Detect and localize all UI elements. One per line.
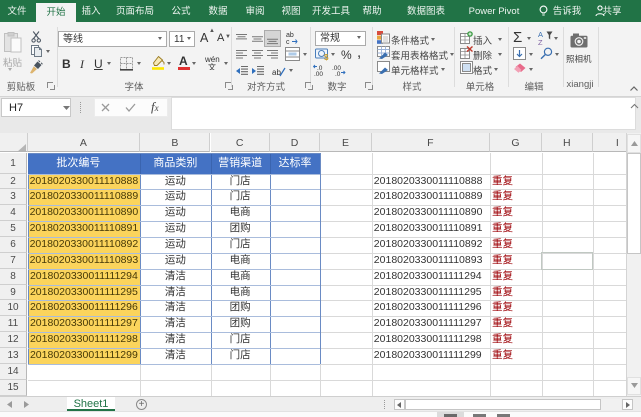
svg-text:ab: ab: [286, 32, 294, 39]
svg-text:$: $: [324, 53, 329, 61]
svg-text:c: c: [286, 39, 290, 45]
svg-text:文: 文: [208, 62, 216, 70]
svg-text:.0: .0: [335, 71, 341, 77]
svg-text:Z: Z: [538, 38, 543, 45]
svg-text:.00: .00: [314, 71, 323, 77]
